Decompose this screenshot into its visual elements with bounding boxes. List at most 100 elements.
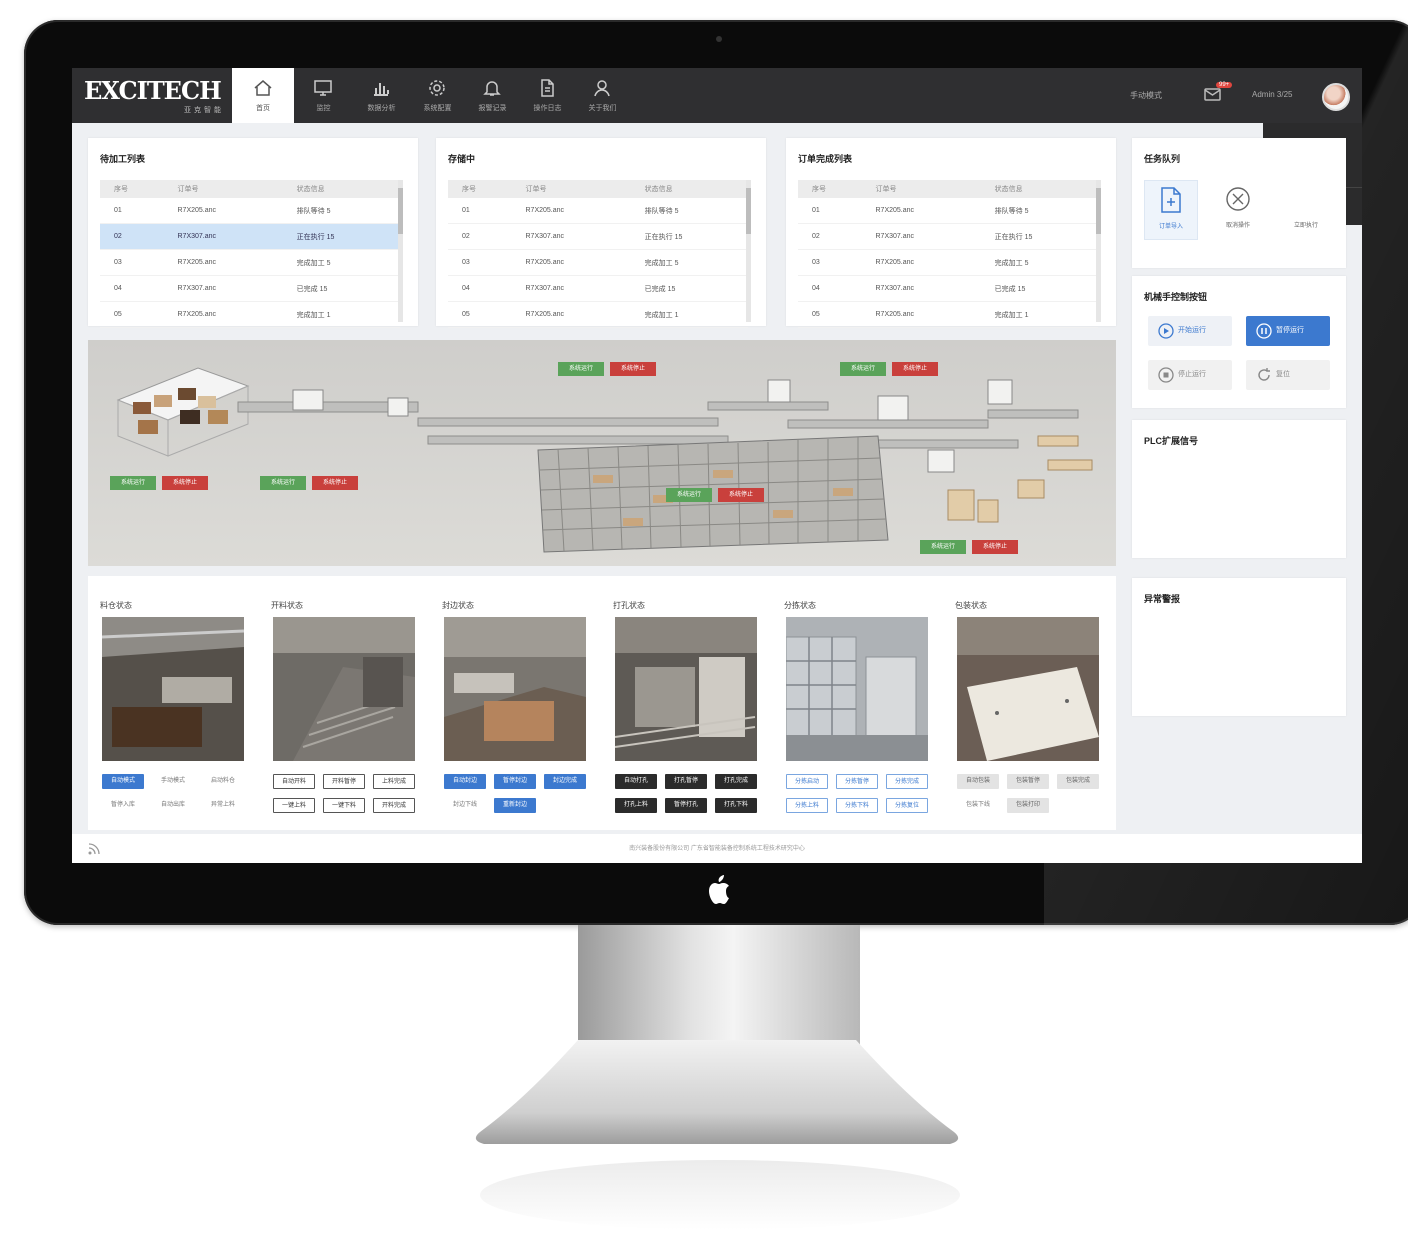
pause-run-button[interactable]: 暂停运行 — [1246, 316, 1330, 346]
mode-link[interactable]: 手动模式 — [1130, 90, 1162, 101]
column-header[interactable]: 序号 — [100, 180, 164, 198]
station-control-button[interactable]: 包装完成 — [1057, 774, 1099, 789]
station-control-button[interactable]: 分拣上料 — [786, 798, 828, 813]
scroll-thumb[interactable] — [1096, 188, 1101, 234]
stop-run-button[interactable]: 停止运行 — [1148, 360, 1232, 390]
alarm-status-tag[interactable]: 系统停止 — [718, 488, 764, 502]
station-control-button[interactable]: 自动模式 — [102, 774, 144, 789]
column-header[interactable]: 订单号 — [861, 180, 981, 198]
station-control-button[interactable]: 手动模式 — [152, 774, 194, 789]
station-control-button[interactable]: 自动封边 — [444, 774, 486, 789]
station-control-button[interactable]: 打孔下料 — [715, 798, 757, 813]
column-header[interactable]: 序号 — [798, 180, 862, 198]
alarm-status-tag[interactable]: 系统停止 — [610, 362, 656, 376]
station-control-button[interactable]: 自动打孔 — [615, 774, 657, 789]
station-control-button[interactable]: 包装暂停 — [1007, 774, 1049, 789]
run-status-tag[interactable]: 系统运行 — [920, 540, 966, 554]
alarm-status-tag[interactable]: 系统停止 — [162, 476, 208, 490]
run-status-tag[interactable]: 系统运行 — [840, 362, 886, 376]
nav-data-analysis[interactable]: 数据分析 — [354, 68, 409, 123]
station-camera-feed[interactable] — [102, 617, 244, 761]
station-control-button[interactable]: 分拣启动 — [786, 774, 828, 789]
nav-operation-log[interactable]: 操作日志 — [520, 68, 575, 123]
station-control-button[interactable]: 打孔暂停 — [665, 774, 707, 789]
run-status-tag[interactable]: 系统运行 — [110, 476, 156, 490]
station-camera-feed[interactable] — [615, 617, 757, 761]
station-control-button[interactable]: 分拣完成 — [886, 774, 928, 789]
table-row[interactable]: 01 R7X205.anc 排队等待 5 — [798, 198, 1098, 224]
brand-logo[interactable]: EXCITECH 亚克智能 — [84, 76, 229, 116]
station-control-button[interactable]: 分拣复位 — [886, 798, 928, 813]
table-row[interactable]: 04 R7X307.anc 已完成 15 — [798, 275, 1098, 302]
production-line-3d-view[interactable]: 系统运行 系统停止 系统运行 系统停止 系统运行 系统停止 系统运行 系统停止 … — [88, 340, 1116, 566]
station-camera-feed[interactable] — [273, 617, 415, 761]
table-row[interactable]: 01 R7X205.anc 排队等待 5 — [100, 198, 400, 224]
column-header[interactable]: 序号 — [448, 180, 512, 198]
station-camera-feed[interactable] — [444, 617, 586, 761]
station-control-button[interactable]: 一键上料 — [273, 798, 315, 813]
station-control-button[interactable]: 开料暂停 — [323, 774, 365, 789]
scroll-thumb[interactable] — [398, 188, 403, 234]
station-control-button[interactable]: 自动开料 — [273, 774, 315, 789]
station-control-button[interactable]: 暂停封边 — [494, 774, 536, 789]
column-header[interactable]: 状态信息 — [980, 180, 1098, 198]
station-control-button[interactable]: 打孔完成 — [715, 774, 757, 789]
station-control-button[interactable]: 封边完成 — [544, 774, 586, 789]
table-row[interactable]: 04 R7X307.anc 已完成 15 — [448, 275, 748, 302]
nav-system-config[interactable]: 系统配置 — [410, 68, 465, 123]
table-row[interactable]: 05 R7X205.anc 完成加工 1 — [448, 301, 748, 328]
table-row[interactable]: 03 R7X205.anc 完成加工 5 — [798, 249, 1098, 276]
scroll-thumb[interactable] — [746, 188, 751, 234]
start-run-button[interactable]: 开始运行 — [1148, 316, 1232, 346]
import-order-button[interactable]: 订单导入 — [1144, 180, 1198, 240]
reset-button[interactable]: 复位 — [1246, 360, 1330, 390]
station-control-button[interactable]: 打孔上料 — [615, 798, 657, 813]
table-scrollbar[interactable] — [1096, 180, 1101, 322]
table-row[interactable]: 02 R7X307.anc 正在执行 15 — [100, 223, 400, 250]
nav-home[interactable]: 首页 — [232, 68, 294, 123]
run-status-tag[interactable]: 系统运行 — [260, 476, 306, 490]
station-control-button[interactable]: 封边下线 — [444, 798, 486, 813]
station-camera-feed[interactable] — [786, 617, 928, 761]
nav-alarm-records[interactable]: 报警记录 — [465, 68, 520, 123]
station-control-button[interactable]: 启动料仓 — [202, 774, 244, 789]
table-row[interactable]: 05 R7X205.anc 完成加工 1 — [798, 301, 1098, 328]
cancel-operation-button[interactable]: 取消操作 — [1212, 180, 1264, 238]
table-row[interactable]: 05 R7X205.anc 完成加工 1 — [100, 301, 400, 328]
table-scrollbar[interactable] — [746, 180, 751, 322]
execute-now-button[interactable]: 立即执行 — [1276, 180, 1336, 238]
run-status-tag[interactable]: 系统运行 — [666, 488, 712, 502]
station-control-button[interactable]: 分拣下料 — [836, 798, 878, 813]
station-control-button[interactable]: 暂停打孔 — [665, 798, 707, 813]
station-control-button[interactable]: 重新封边 — [494, 798, 536, 813]
station-control-button[interactable]: 暂停入库 — [102, 798, 144, 813]
table-row[interactable]: 01 R7X205.anc 排队等待 5 — [448, 198, 748, 224]
column-header[interactable]: 订单号 — [163, 180, 283, 198]
station-control-button[interactable]: 异常上料 — [202, 798, 244, 813]
table-scrollbar[interactable] — [398, 180, 403, 322]
station-control-button[interactable]: 包装下线 — [957, 798, 999, 813]
station-control-button[interactable]: 开料完成 — [373, 798, 415, 813]
nav-about[interactable]: 关于我们 — [575, 68, 630, 123]
alarm-status-tag[interactable]: 系统停止 — [972, 540, 1018, 554]
alarm-status-tag[interactable]: 系统停止 — [312, 476, 358, 490]
run-status-tag[interactable]: 系统运行 — [558, 362, 604, 376]
station-camera-feed[interactable] — [957, 617, 1099, 761]
column-header[interactable]: 订单号 — [511, 180, 631, 198]
station-control-button[interactable]: 包装打印 — [1007, 798, 1049, 813]
column-header[interactable]: 状态信息 — [630, 180, 748, 198]
station-control-button[interactable]: 一键下料 — [323, 798, 365, 813]
user-name[interactable]: Admin 3/25 — [1252, 90, 1292, 99]
alarm-status-tag[interactable]: 系统停止 — [892, 362, 938, 376]
table-row[interactable]: 03 R7X205.anc 完成加工 5 — [448, 249, 748, 276]
table-row[interactable]: 04 R7X307.anc 已完成 15 — [100, 275, 400, 302]
station-control-button[interactable]: 上料完成 — [373, 774, 415, 789]
table-row[interactable]: 02 R7X307.anc 正在执行 15 — [798, 223, 1098, 250]
station-control-button[interactable]: 分拣暂停 — [836, 774, 878, 789]
table-row[interactable]: 02 R7X307.anc 正在执行 15 — [448, 223, 748, 250]
column-header[interactable]: 状态信息 — [282, 180, 400, 198]
station-control-button[interactable]: 自动出库 — [152, 798, 194, 813]
table-row[interactable]: 03 R7X205.anc 完成加工 5 — [100, 249, 400, 276]
station-control-button[interactable]: 自动包装 — [957, 774, 999, 789]
avatar[interactable] — [1322, 83, 1350, 111]
